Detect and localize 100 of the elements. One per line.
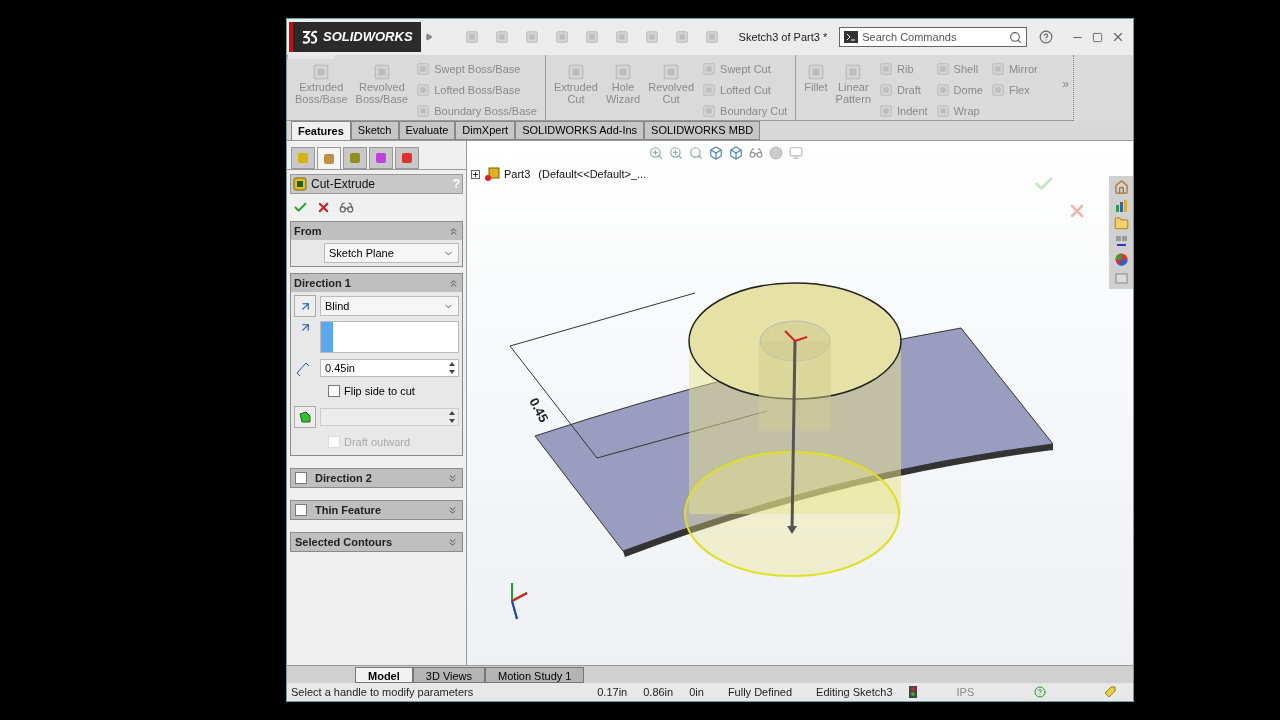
ribbon-button[interactable]: Fillet — [804, 59, 828, 93]
selection-box[interactable] — [320, 321, 459, 353]
panel-tab[interactable] — [395, 147, 419, 169]
help-icon[interactable] — [1034, 686, 1047, 698]
tab-icon — [374, 151, 388, 165]
clipboard-icon[interactable] — [1113, 270, 1129, 285]
cube-icon[interactable] — [709, 146, 723, 160]
tag-icon[interactable] — [1103, 685, 1117, 699]
monitor-icon[interactable] — [789, 146, 803, 160]
ribbon-button[interactable]: Swept Cut — [702, 61, 788, 77]
sketch-status: Fully Defined — [727, 684, 793, 700]
feature-icon — [702, 62, 717, 76]
glasses-icon[interactable] — [749, 146, 763, 160]
ribbon-button[interactable]: Revolved Boss/Base — [355, 59, 409, 105]
feature-icon — [935, 104, 950, 118]
ribbon-button[interactable]: Mirror — [990, 61, 1038, 77]
section-checkbox[interactable] — [295, 472, 307, 484]
ribbon-tab[interactable]: Evaluate — [398, 121, 456, 140]
ribbon-button[interactable]: Rib — [879, 61, 928, 77]
feature-icon — [662, 63, 681, 81]
section-title: Selected Contours — [295, 534, 393, 550]
feature-icon — [935, 83, 950, 97]
model-tab[interactable]: Model — [355, 666, 413, 683]
preview-icon[interactable] — [339, 200, 354, 215]
feature-icon — [614, 63, 633, 81]
ribbon-button[interactable]: Linear Pattern — [835, 59, 871, 105]
ribbon-button[interactable]: Draft — [879, 82, 928, 98]
tab-icon — [322, 151, 336, 166]
ribbon-tab[interactable]: Features — [291, 121, 351, 140]
home-icon[interactable] — [1113, 180, 1129, 195]
ribbon-button[interactable]: Boundary Boss/Base — [416, 103, 537, 119]
cube-icon[interactable] — [729, 146, 743, 160]
feature-icon — [566, 63, 585, 81]
tree-item[interactable]: Part3 — [504, 166, 531, 183]
spinner-icon[interactable] — [448, 361, 456, 375]
zoom-icon[interactable] — [669, 146, 683, 160]
appearance-icon[interactable] — [1113, 252, 1129, 267]
feature-icon — [312, 63, 331, 81]
ribbon-button[interactable]: Lofted Boss/Base — [416, 82, 537, 98]
ribbon-tab[interactable]: SOLIDWORKS Add-Ins — [515, 121, 645, 140]
feature-icon — [990, 83, 1005, 97]
help-icon[interactable] — [1039, 30, 1054, 44]
bar-chart-icon[interactable] — [1113, 198, 1129, 213]
ribbon-tab[interactable]: Sketch — [350, 121, 399, 140]
dropdown[interactable]: Sketch Plane — [324, 243, 459, 263]
panel-tab[interactable] — [369, 147, 393, 169]
feature-icon — [416, 83, 431, 97]
panel-tab[interactable] — [317, 147, 341, 169]
sphere-icon[interactable] — [769, 146, 783, 160]
ribbon-button[interactable]: Extruded Cut — [553, 59, 598, 105]
dropdown[interactable]: Blind — [320, 296, 459, 316]
ribbon-tab[interactable]: DimXpert — [455, 121, 516, 140]
dimension-label: 0.45 — [526, 395, 552, 425]
ribbon-button[interactable]: Shell — [935, 61, 983, 77]
panel-tab[interactable] — [343, 147, 367, 169]
panel-tab[interactable] — [291, 147, 315, 169]
command-icon — [844, 31, 859, 43]
collapse-icon[interactable] — [448, 277, 459, 289]
ok-icon[interactable] — [293, 200, 308, 215]
grid-icon[interactable] — [1113, 234, 1129, 249]
model-tab[interactable]: 3D Views — [412, 666, 486, 683]
ribbon-button[interactable]: Indent — [879, 103, 928, 119]
section-title: From — [294, 223, 322, 239]
ribbon-button[interactable]: Lofted Cut — [702, 82, 788, 98]
expand-icon[interactable] — [471, 169, 480, 179]
document-title: Sketch3 of Part3 * — [738, 29, 828, 45]
draft-button[interactable] — [294, 405, 316, 428]
search-field[interactable]: Search Commands — [839, 27, 1028, 47]
ribbon-button[interactable]: Swept Boss/Base — [416, 61, 537, 77]
ribbon-tab[interactable]: SOLIDWORKS MBD — [644, 121, 761, 140]
ribbon-button[interactable]: Dome — [935, 82, 983, 98]
rebuild-icon — [908, 686, 917, 698]
toolbar-icon — [614, 30, 629, 44]
search-icon[interactable] — [1009, 30, 1023, 44]
model-tab[interactable]: Motion Study 1 — [485, 666, 585, 683]
ribbon-button[interactable]: Extruded Boss/Base — [295, 59, 348, 105]
ribbon-button[interactable]: Revolved Cut — [648, 59, 695, 105]
units-label[interactable]: IPS — [956, 683, 975, 701]
help-icon[interactable]: ? — [452, 175, 460, 193]
feature-icon — [702, 83, 717, 97]
ribbon-button[interactable]: Flex — [990, 82, 1038, 98]
collapse-icon[interactable] — [448, 225, 459, 237]
reverse-direction-button[interactable] — [294, 295, 316, 317]
depth-field[interactable]: 0.45in — [320, 359, 459, 377]
ribbon-button[interactable]: Boundary Cut — [702, 103, 788, 119]
tree-item-configuration: (Default<<Default>_... — [538, 167, 647, 182]
tab-icon — [348, 151, 362, 165]
more-button[interactable]: » — [1062, 75, 1069, 93]
cancel-icon[interactable] — [316, 200, 331, 215]
close-icon[interactable] — [1111, 30, 1125, 44]
section-checkbox[interactable] — [295, 504, 307, 516]
flip-checkbox[interactable]: Flip side to cut — [328, 383, 459, 400]
menu-arrow-icon[interactable] — [424, 33, 433, 41]
zoom-icon[interactable] — [649, 146, 663, 160]
coordinate-reading: 0in — [689, 684, 704, 700]
part-icon — [484, 166, 500, 183]
ribbon-button[interactable]: Wrap — [935, 103, 983, 119]
maximize-icon[interactable] — [1092, 31, 1103, 43]
ribbon-button[interactable]: Hole Wizard — [605, 59, 641, 105]
feature-icon — [935, 62, 950, 76]
